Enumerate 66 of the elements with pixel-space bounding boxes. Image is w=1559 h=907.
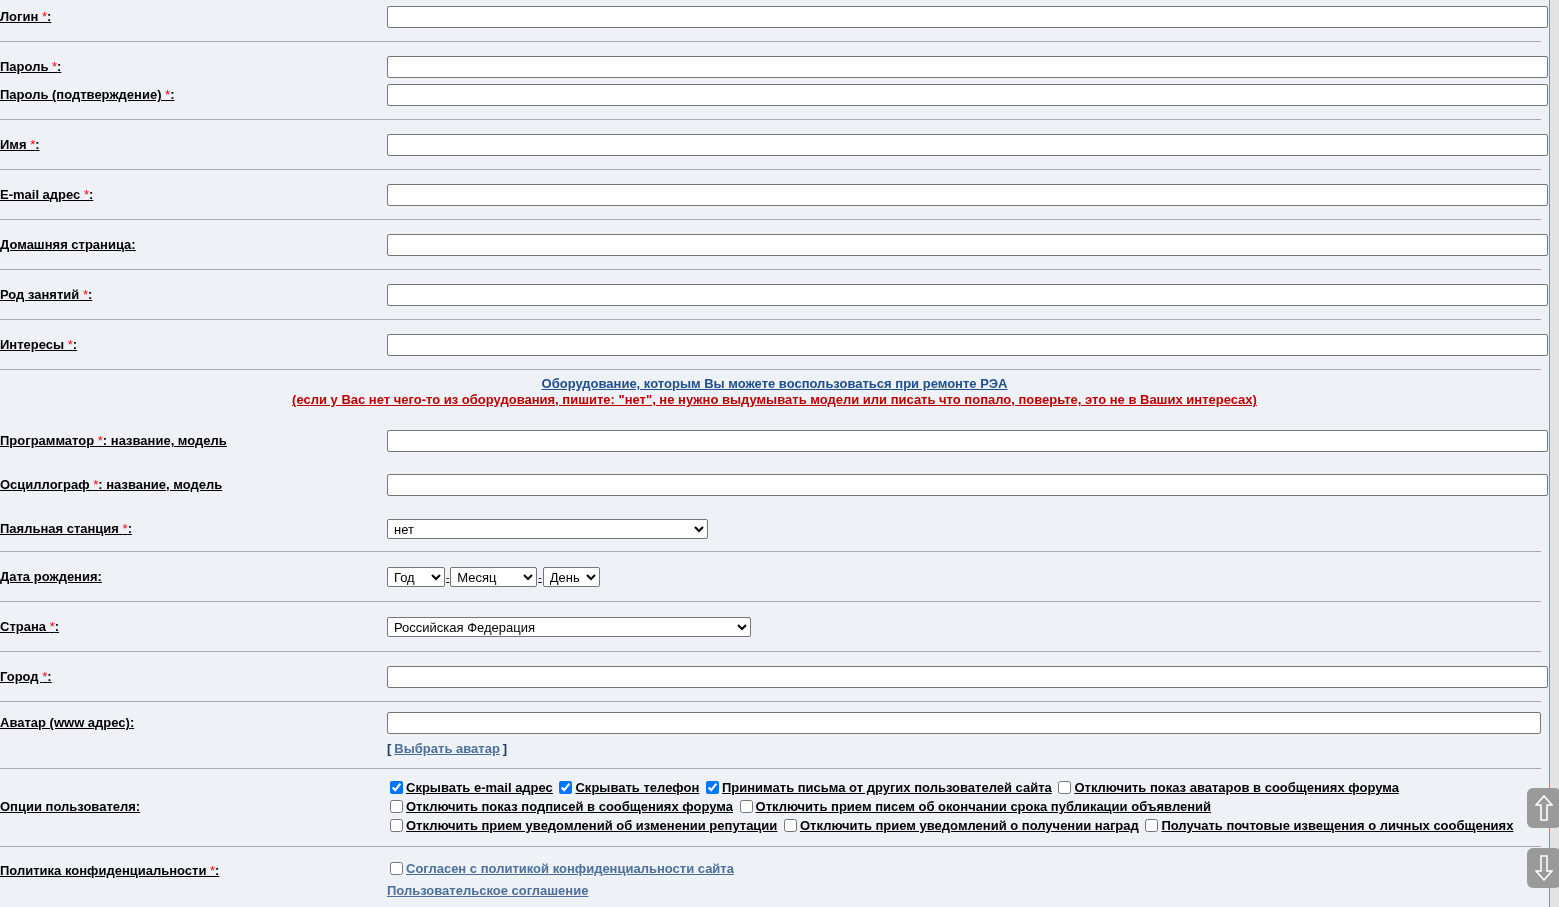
option-label[interactable]: Отключить показ аватаров в сообщениях форума [1074, 780, 1399, 795]
checkbox[interactable] [1058, 781, 1072, 794]
input-field[interactable] [387, 56, 1548, 78]
option-label[interactable]: Принимать письма от других пользователей сайта [722, 780, 1052, 795]
input-field[interactable] [387, 430, 1548, 452]
option-label[interactable]: Скрывать e-mail адрес [406, 780, 553, 795]
field-label: Осциллограф *: название, модель [0, 476, 223, 495]
checkbox[interactable] [784, 819, 797, 832]
checkbox[interactable] [706, 781, 719, 794]
arrow-up-icon [1535, 795, 1553, 821]
field-label: Пароль *: [0, 58, 62, 77]
field-label: Интересы *: [0, 336, 78, 355]
dropdown[interactable]: нет [387, 519, 708, 539]
field-label: Дата рождения: [0, 568, 102, 587]
separator-text: - [537, 570, 543, 585]
dropdown[interactable]: День [542, 567, 600, 587]
arrow-down-icon [1535, 855, 1553, 881]
option-label[interactable]: Отключить прием уведомлений об изменении репутации [406, 818, 778, 833]
field-label: Логин *: [0, 8, 52, 27]
field-label: Город *: [0, 668, 52, 687]
field-label: Имя *: [0, 136, 40, 155]
field-label: Аватар (www адрес): [0, 714, 135, 732]
input-field[interactable] [387, 666, 1548, 688]
option-label[interactable]: Отключить прием уведомлений о получении наград [800, 818, 1139, 833]
checkbox[interactable] [390, 781, 403, 794]
input-field[interactable] [387, 712, 1541, 734]
field-label: Программатор *: название, модель [0, 432, 227, 451]
field-label: Страна *: [0, 618, 60, 637]
checkbox[interactable] [1145, 819, 1159, 832]
checkbox[interactable] [390, 862, 403, 875]
option-label[interactable]: Отключить прием писем об окончании срока публикации объявлений [755, 799, 1212, 814]
dropdown[interactable]: Год [387, 567, 445, 587]
option-label[interactable]: Получать почтовые извещения о личных сообщениях [1161, 818, 1514, 833]
field-label: Политика конфиденциальности *: [0, 862, 220, 880]
user-agreement-link[interactable]: Пользовательское соглашение [387, 881, 589, 901]
checkbox[interactable] [559, 781, 573, 794]
input-field[interactable] [387, 334, 1548, 356]
bracket-text: ] [502, 741, 508, 757]
input-field[interactable] [387, 234, 1548, 256]
checkbox[interactable] [390, 819, 403, 832]
warning-text: (если у Вас нет чего-то из оборудования, пишите: "нет", не нужно выдумывать модели или писать что попало, поверьте, это не в Ваших интересах) [292, 392, 1257, 408]
scroll-up-button[interactable] [1527, 788, 1559, 828]
field-label: Домашняя страница: [0, 236, 136, 255]
input-field[interactable] [387, 184, 1548, 206]
field-label: Опции пользователя: [0, 797, 141, 816]
input-field[interactable] [387, 84, 1548, 106]
choose-avatar-link[interactable]: Выбрать аватар [391, 741, 503, 757]
input-field[interactable] [387, 284, 1548, 306]
option-label[interactable]: Скрывать телефон [575, 780, 700, 795]
scroll-down-button[interactable] [1527, 848, 1559, 888]
notice-link[interactable]: Оборудование, которым Вы можете воспользоваться при ремонте РЭА [541, 376, 1008, 392]
bracket-text: [ [387, 741, 392, 757]
input-field[interactable] [387, 474, 1548, 496]
input-field[interactable] [387, 134, 1548, 156]
checkbox[interactable] [739, 800, 753, 813]
input-field[interactable] [387, 6, 1548, 28]
field-label: Пароль (подтверждение) *: [0, 86, 175, 105]
dropdown[interactable]: Российская Федерация [387, 617, 751, 637]
field-label: Род занятий *: [0, 286, 93, 305]
field-label: E-mail адрес *: [0, 186, 94, 205]
privacy-policy-link[interactable]: Согласен с политикой конфиденциальности сайта [406, 861, 734, 876]
checkbox[interactable] [390, 800, 403, 813]
separator-text: - [445, 570, 451, 585]
dropdown[interactable]: Месяц [450, 567, 538, 587]
field-label: Паяльная станция *: [0, 520, 132, 539]
option-label[interactable]: Отключить показ подписей в сообщениях форума [406, 799, 733, 814]
